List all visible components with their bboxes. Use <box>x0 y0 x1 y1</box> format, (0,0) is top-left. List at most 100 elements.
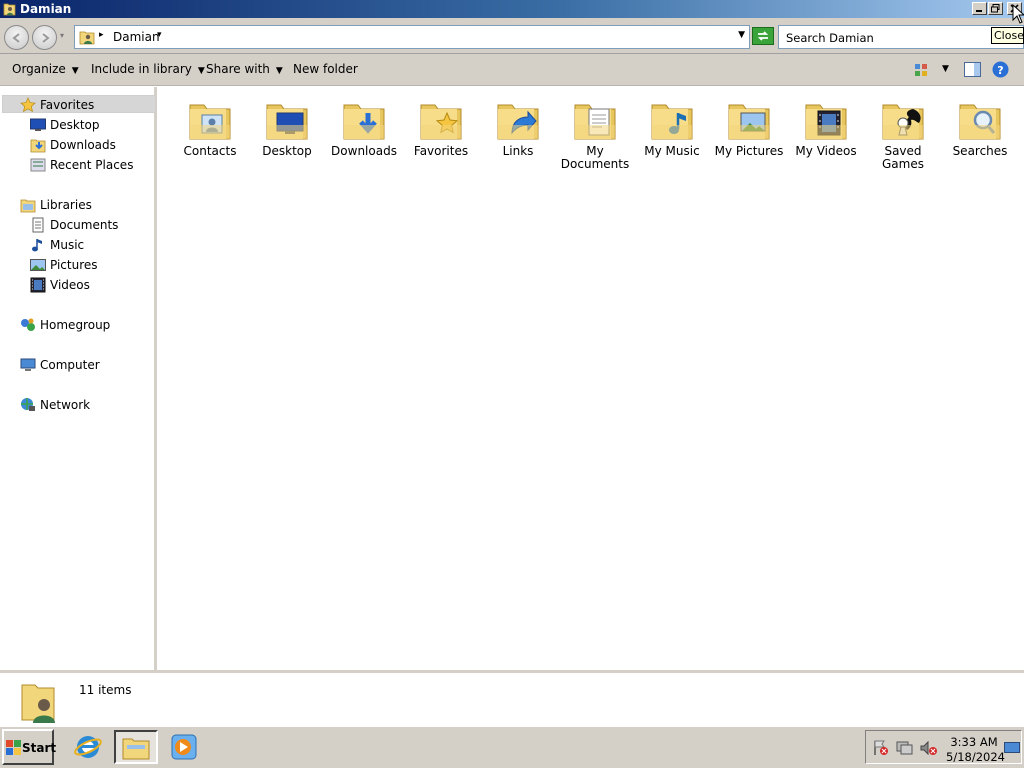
address-box[interactable]: ▸ Damian ▾ ▼ <box>74 25 750 49</box>
refresh-icon[interactable] <box>752 27 774 45</box>
folder-label: My Music <box>644 144 700 158</box>
notification-area: 3:33 AM 5/18/2024 <box>865 730 1022 764</box>
sidebar-item-favorites[interactable]: Favorites <box>2 95 156 113</box>
forward-arrow-icon <box>42 33 50 43</box>
details-pane: 11 items <box>0 670 1024 726</box>
folder-item[interactable]: Downloads <box>326 95 402 158</box>
videos-icon <box>30 277 46 293</box>
file-list: Contacts Desktop Downloads Favorites Links My… <box>160 87 1024 670</box>
show-desktop-icon[interactable] <box>1004 742 1020 754</box>
windows-explorer-taskbar-button[interactable] <box>114 730 158 764</box>
minimize-button[interactable] <box>972 2 987 15</box>
star-icon <box>20 97 36 113</box>
user-folder-icon <box>3 3 16 16</box>
searches-folder-icon <box>959 104 1001 140</box>
pictures-folder-icon <box>728 104 770 140</box>
folder-item[interactable]: Favorites <box>403 95 479 158</box>
folder-item[interactable]: Desktop <box>249 95 325 158</box>
music-folder-icon <box>651 104 693 140</box>
include-in-library-button[interactable]: Include in library ▼ <box>91 62 205 76</box>
mouse-cursor-icon <box>1012 4 1024 24</box>
media-player-taskbar-button[interactable] <box>162 730 206 764</box>
folder-label: My Documents <box>560 144 630 171</box>
libraries-icon <box>20 199 36 213</box>
window-title: Damian <box>20 2 72 16</box>
network-status-icon[interactable] <box>896 740 914 756</box>
folder-label: My Videos <box>795 144 857 158</box>
breadcrumb-chevron-icon[interactable]: ▾ <box>157 30 162 40</box>
taskbar: Start 3:33 AM 5/18/2024 <box>0 726 1024 768</box>
folder-label: Links <box>502 144 534 158</box>
folder-item[interactable]: My Documents <box>557 95 633 171</box>
desktop-folder-icon <box>266 104 308 140</box>
folder-label: Searches <box>952 144 1008 158</box>
videos-folder-icon <box>805 104 847 140</box>
internet-explorer-taskbar-button[interactable] <box>66 730 110 764</box>
folder-item[interactable]: My Videos <box>788 95 864 158</box>
favorites-folder-icon <box>420 104 462 140</box>
organize-button[interactable]: Organize ▼ <box>12 62 79 76</box>
minimize-icon <box>976 10 982 12</box>
media-player-icon <box>171 734 197 760</box>
desktop-icon <box>30 118 46 131</box>
breadcrumb-damian[interactable]: Damian <box>113 30 160 44</box>
folder-item[interactable]: Contacts <box>172 95 248 158</box>
windows-logo-icon <box>6 740 21 755</box>
clock-time: 3:33 AM <box>950 735 998 749</box>
help-icon[interactable]: ? <box>992 61 1009 78</box>
folder-item[interactable]: My Music <box>634 95 710 158</box>
clock-date: 5/18/2024 <box>946 750 1005 764</box>
volume-muted-icon[interactable] <box>920 740 938 756</box>
recent-pages-chevron-icon[interactable]: ▾ <box>60 31 64 40</box>
user-folder-icon <box>79 31 95 45</box>
command-bar: Organize ▼ Include in library ▼ Share with… <box>0 54 1024 86</box>
documents-folder-icon <box>574 104 616 140</box>
breadcrumb-root-chevron-icon[interactable]: ▸ <box>99 30 104 40</box>
preview-pane-icon[interactable] <box>964 62 981 77</box>
navigation-pane: Favorites Desktop Downloads Recent Place… <box>0 87 157 670</box>
homegroup-icon <box>21 318 35 331</box>
view-options-chevron-icon[interactable]: ▼ <box>942 64 949 74</box>
restore-icon <box>991 4 1000 13</box>
links-folder-icon <box>497 104 539 140</box>
svg-text:?: ? <box>997 64 1003 77</box>
network-icon <box>21 398 35 411</box>
recent-places-icon <box>30 158 46 172</box>
restore-button[interactable] <box>988 2 1003 15</box>
title-bar[interactable]: Damian <box>0 0 1024 18</box>
back-button[interactable] <box>4 25 29 50</box>
user-folder-large-icon <box>21 684 55 723</box>
folder-item[interactable]: Saved Games <box>865 95 941 171</box>
folder-label: Downloads <box>331 144 397 158</box>
search-input[interactable]: Search Damian <box>778 25 1024 49</box>
folder-item[interactable]: My Pictures <box>711 95 787 158</box>
system-clock[interactable]: 3:33 AM 5/18/2024 <box>946 735 1005 765</box>
contacts-folder-icon <box>189 104 231 140</box>
saved-games-folder-icon <box>882 104 924 140</box>
folder-label: Saved Games <box>882 144 924 171</box>
new-folder-button[interactable]: New folder <box>293 62 358 76</box>
folder-item[interactable]: Searches <box>942 95 1018 158</box>
action-center-flag-icon[interactable] <box>872 740 890 756</box>
back-arrow-icon <box>12 33 20 43</box>
folder-label: My Pictures <box>714 144 784 158</box>
folder-item[interactable]: Links <box>480 95 556 158</box>
close-tooltip: Close <box>991 27 1024 44</box>
item-count: 11 items <box>79 683 132 697</box>
start-button[interactable]: Start <box>2 729 56 765</box>
folder-label: Desktop <box>262 144 312 158</box>
downloads-folder-icon <box>343 104 385 140</box>
address-toolbar: ▾ ▸ Damian ▾ ▼ Search Damian <box>0 18 1024 54</box>
change-view-icon[interactable] <box>914 63 930 77</box>
forward-button[interactable] <box>32 25 57 50</box>
folder-label: Favorites <box>413 144 469 158</box>
documents-icon <box>32 217 44 233</box>
address-history-dropdown-icon[interactable]: ▼ <box>738 30 745 40</box>
explorer-folder-icon <box>122 738 150 760</box>
folder-label: Contacts <box>183 144 237 158</box>
computer-icon <box>20 358 36 371</box>
internet-explorer-icon <box>74 736 102 758</box>
music-note-icon <box>32 239 42 252</box>
pictures-icon <box>30 259 46 271</box>
share-with-button[interactable]: Share with ▼ <box>206 62 283 76</box>
